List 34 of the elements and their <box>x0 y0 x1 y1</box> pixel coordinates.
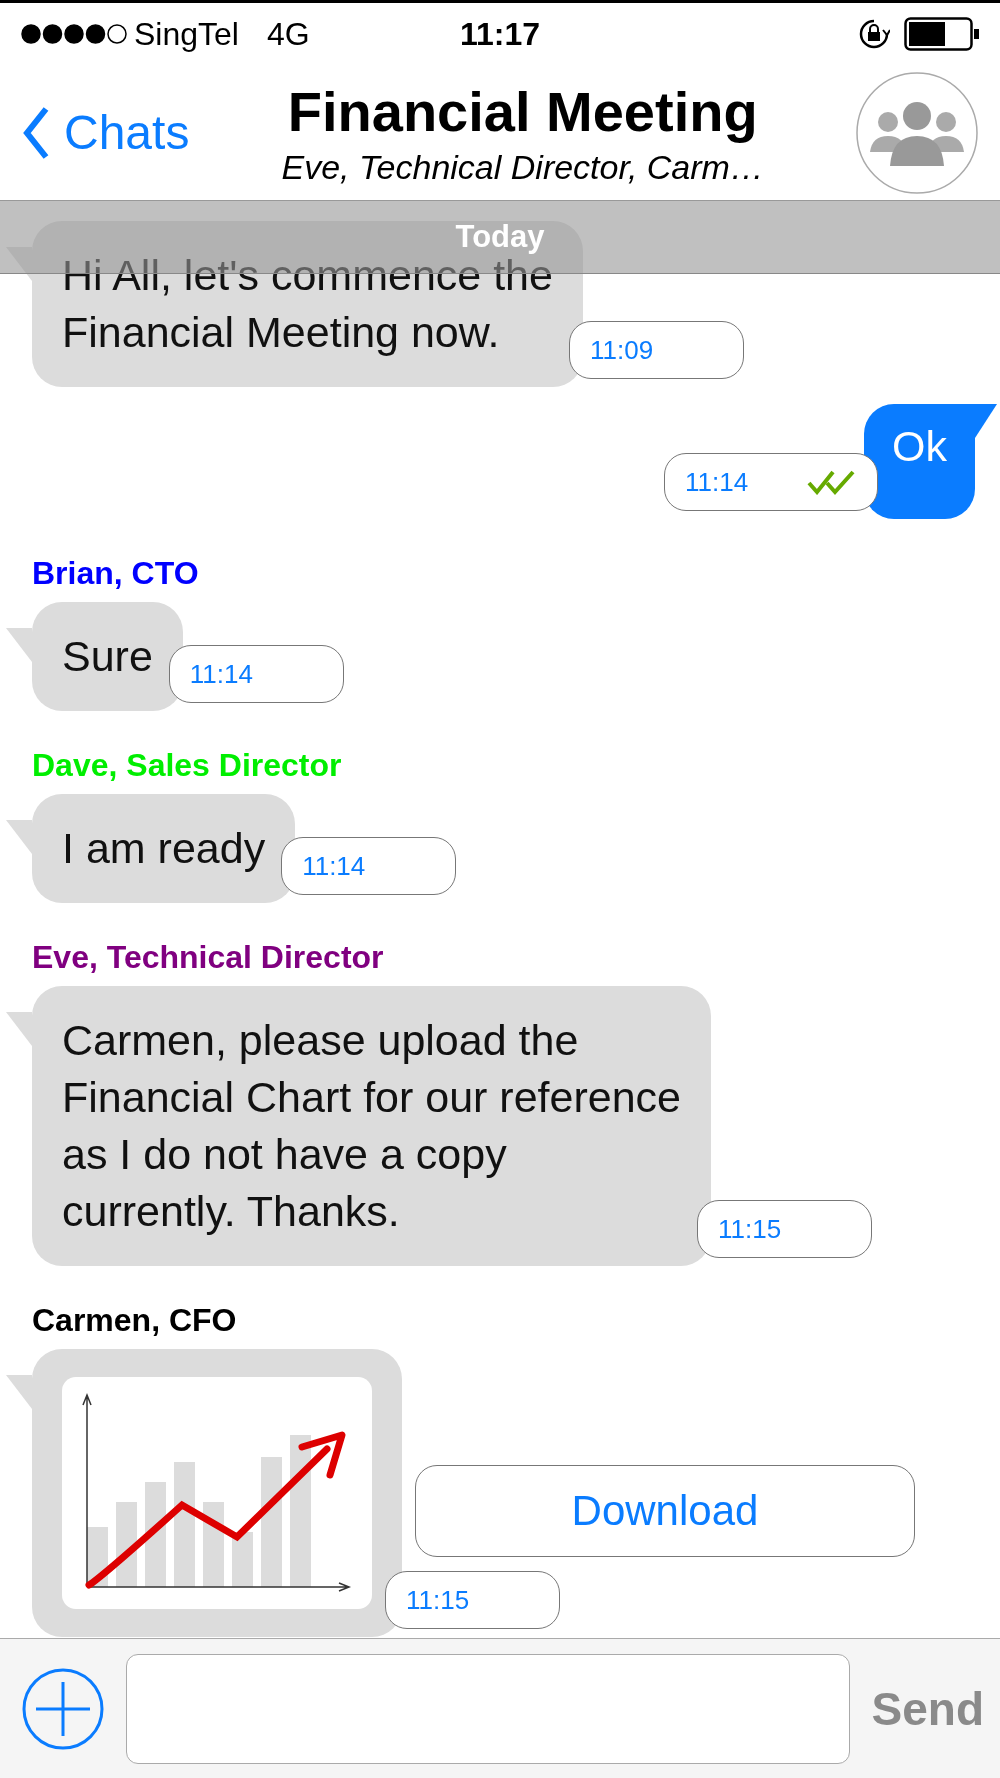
status-time: 11:17 <box>459 15 541 53</box>
rotation-lock-icon <box>858 18 890 50</box>
bubble-tail <box>975 404 997 438</box>
add-icon[interactable] <box>22 1667 104 1750</box>
message-bubble: Carmen, please upload the Financial Chart for our reference as I do not have a copy currently. Thanks. <box>32 986 711 1266</box>
message-bubble: Sure <box>32 602 183 711</box>
carrier-name: SingTel <box>134 15 239 53</box>
sent-message-bubble: Ok <box>864 404 975 519</box>
group-avatar-icon[interactable] <box>856 71 978 194</box>
message-time: 11:15 <box>697 1200 872 1258</box>
message-bubble: I am ready <box>32 794 296 903</box>
download-button[interactable]: Download <box>415 1465 915 1557</box>
sender-name: Eve, Technical Director <box>32 939 385 976</box>
message-time: 11:14 <box>281 837 457 895</box>
signal-strength-icon <box>20 23 128 45</box>
chat-title: Financial Meeting <box>287 78 758 144</box>
message-time: 11:15 <box>385 1571 560 1629</box>
sender-name: Dave, Sales Director <box>32 747 343 784</box>
network-type: 4G <box>266 15 310 53</box>
image-message-bubble[interactable] <box>32 1349 402 1637</box>
participants-subtitle: Eve, Technical Director, Carm… <box>281 147 764 187</box>
chevron-left-icon <box>22 105 50 160</box>
battery-icon <box>904 17 980 51</box>
message-time: 11:14 <box>168 645 344 703</box>
message-time: 11:09 <box>568 321 744 379</box>
message-input[interactable] <box>126 1653 850 1764</box>
sender-name: Carmen, CFO <box>32 1302 238 1339</box>
back-button[interactable]: Chats <box>22 105 190 160</box>
bubble-tail <box>6 820 32 854</box>
bubble-tail <box>6 1375 32 1409</box>
sender-name: Brian, CTO <box>32 555 200 592</box>
bubble-tail <box>6 1012 32 1046</box>
message-time: 11:14 <box>664 453 879 511</box>
bubble-tail <box>6 628 32 662</box>
